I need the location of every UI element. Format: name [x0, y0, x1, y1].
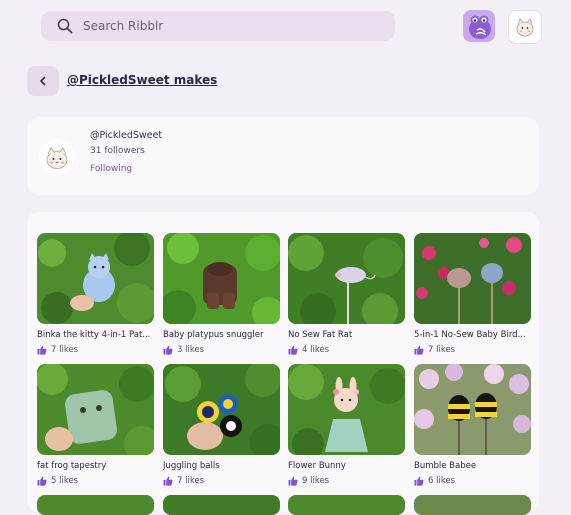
item-title[interactable]: No Sew Fat Rat — [288, 330, 405, 340]
item-thumbnail[interactable] — [37, 233, 154, 324]
grid-item[interactable]: 5-in-1 No-Sew Baby Bird... 7 likes — [414, 233, 531, 355]
item-title[interactable]: fat frog tapestry — [37, 461, 154, 471]
profile-avatar[interactable] — [39, 139, 75, 175]
grid-item[interactable]: Baby platypus snuggler 3 likes — [163, 233, 280, 355]
cat-avatar-icon — [46, 147, 68, 169]
item-thumbnail[interactable] — [288, 233, 405, 324]
thumbs-up-icon — [37, 345, 47, 355]
search-input[interactable] — [81, 18, 365, 34]
like-count[interactable]: 7 likes — [37, 345, 154, 355]
thumbs-up-icon — [414, 476, 424, 486]
item-title[interactable]: Baby platypus snuggler — [163, 330, 280, 340]
search-icon — [57, 18, 73, 34]
like-count-text: 7 likes — [428, 345, 456, 355]
like-count-text: 7 likes — [51, 345, 79, 355]
chevron-left-icon — [40, 76, 46, 86]
grid-item[interactable]: Juggling balls 7 likes — [163, 364, 280, 486]
item-thumbnail[interactable] — [163, 233, 280, 324]
search-bar[interactable] — [41, 11, 395, 41]
makes-grid: Binka the kitty 4-in-1 Pat... 7 likes Ba… — [27, 212, 539, 515]
item-title[interactable]: Flower Bunny — [288, 461, 405, 471]
grid-item[interactable]: fat frog tapestry 5 likes — [37, 364, 154, 486]
item-thumbnail[interactable] — [288, 495, 405, 515]
like-count-text: 7 likes — [177, 476, 205, 486]
item-thumbnail[interactable] — [163, 495, 280, 515]
like-count[interactable]: 7 likes — [414, 345, 531, 355]
item-title[interactable]: 5-in-1 No-Sew Baby Bird... — [414, 330, 531, 340]
grid-item[interactable]: Bumble Babee 6 likes — [414, 364, 531, 486]
item-thumbnail[interactable] — [288, 364, 405, 455]
like-count[interactable]: 9 likes — [288, 476, 405, 486]
following-button[interactable]: Following — [90, 164, 132, 174]
thumbs-up-icon — [37, 476, 47, 486]
item-thumbnail[interactable] — [414, 233, 531, 324]
user-avatar-button[interactable] — [508, 10, 542, 44]
thumbs-up-icon — [288, 345, 298, 355]
thumbs-up-icon — [414, 345, 424, 355]
profile-followers: 31 followers — [90, 146, 145, 156]
like-count[interactable]: 4 likes — [288, 345, 405, 355]
item-title[interactable]: Bumble Babee — [414, 461, 531, 471]
like-count[interactable]: 7 likes — [163, 476, 280, 486]
profile-card: @PickledSweet 31 followers Following — [27, 117, 539, 195]
item-title[interactable]: Binka the kitty 4-in-1 Pat... — [37, 330, 154, 340]
grid-item[interactable]: Flower Bunny 9 likes — [288, 364, 405, 486]
grid-item[interactable]: No Sew Fat Rat 4 likes — [288, 233, 405, 355]
app-mascot-button[interactable] — [463, 10, 495, 42]
thumbs-up-icon — [163, 345, 173, 355]
like-count-text: 4 likes — [302, 345, 330, 355]
back-button[interactable] — [27, 66, 59, 96]
like-count-text: 9 likes — [302, 476, 330, 486]
profile-username[interactable]: @PickledSweet — [90, 130, 162, 141]
like-count-text: 5 likes — [51, 476, 79, 486]
cat-avatar-icon — [516, 18, 534, 37]
grid-item[interactable]: Binka the kitty 4-in-1 Pat... 7 likes — [37, 233, 154, 355]
item-thumbnail[interactable] — [414, 495, 531, 515]
item-thumbnail[interactable] — [37, 495, 154, 515]
item-thumbnail[interactable] — [163, 364, 280, 455]
like-count-text: 3 likes — [177, 345, 205, 355]
like-count[interactable]: 6 likes — [414, 476, 531, 486]
thumbs-up-icon — [163, 476, 173, 486]
thumbs-up-icon — [288, 476, 298, 486]
item-thumbnail[interactable] — [37, 364, 154, 455]
item-thumbnail[interactable] — [414, 364, 531, 455]
like-count-text: 6 likes — [428, 476, 456, 486]
like-count[interactable]: 3 likes — [163, 345, 280, 355]
like-count[interactable]: 5 likes — [37, 476, 154, 486]
item-title[interactable]: Juggling balls — [163, 461, 280, 471]
page-title[interactable]: @PickledSweet makes — [67, 73, 217, 87]
frog-mascot-icon — [469, 15, 491, 39]
